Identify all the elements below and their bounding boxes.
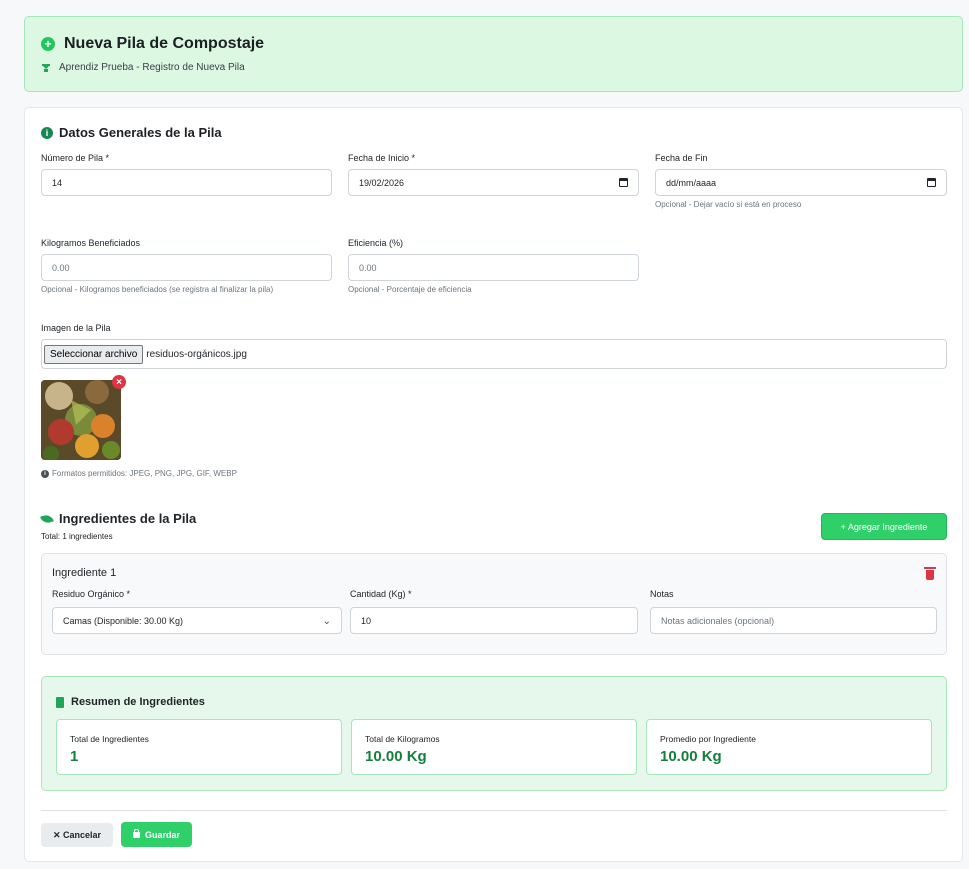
fecha-inicio-value: 19/02/2026	[359, 177, 405, 188]
image-preview	[41, 380, 121, 460]
save-icon	[132, 828, 140, 838]
user-graduate-icon	[41, 63, 51, 73]
ingredients-section-title: Ingredientes de la Pila	[40, 511, 197, 526]
select-file-button[interactable]: Seleccionar archivo	[44, 344, 144, 364]
summary-box-promedio: Promedio por Ingrediente 10.00 Kg	[646, 719, 932, 775]
general-section-title-text: Datos Generales de la Pila	[59, 125, 222, 140]
fecha-inicio-label: Fecha de Inicio *	[348, 153, 416, 163]
summary-box-total-ingredientes: Total de Ingredientes 1	[56, 719, 342, 775]
fecha-fin-input[interactable]: dd/mm/aaaa	[655, 169, 947, 196]
summary-box-total-kilogramos: Total de Kilogramos 10.00 Kg	[351, 719, 637, 775]
cantidad-value: 10	[361, 615, 372, 626]
summary-panel: Resumen de Ingredientes Total de Ingredi…	[41, 676, 947, 791]
kilos-placeholder: 0.00	[52, 262, 70, 273]
fecha-inicio-input[interactable]: 19/02/2026	[348, 169, 639, 196]
file-name: residuos-orgánicos.jpg	[146, 348, 247, 360]
notas-label: Notas	[650, 589, 674, 599]
cantidad-input[interactable]: 10	[350, 607, 638, 634]
eficiencia-input[interactable]: 0.00	[348, 254, 639, 281]
info-circle-icon: i	[41, 469, 49, 478]
summary-label: Total de Kilogramos	[365, 734, 440, 744]
cancel-button[interactable]: ✕ Cancelar	[41, 823, 113, 847]
remove-image-button[interactable]: ×	[112, 375, 126, 389]
general-section-title: i Datos Generales de la Pila	[41, 125, 222, 140]
formats-help: Formatos permitidos: JPEG, PNG, JPG, GIF…	[52, 469, 237, 478]
residuo-label: Residuo Orgánico *	[52, 589, 131, 599]
summary-title: Resumen de Ingredientes	[56, 696, 205, 708]
eficiencia-placeholder: 0.00	[359, 262, 377, 273]
fecha-fin-label: Fecha de Fin	[655, 153, 708, 163]
ingredients-total: Total: 1 ingredientes	[41, 532, 113, 541]
numero-input[interactable]: 14	[41, 169, 332, 196]
summary-title-text: Resumen de Ingredientes	[71, 696, 205, 708]
trash-icon[interactable]	[924, 567, 936, 580]
cantidad-label: Cantidad (Kg) *	[350, 589, 412, 599]
ingredient-card: Ingrediente 1 Residuo Orgánico * Camas (…	[41, 553, 947, 655]
summary-label: Total de Ingredientes	[70, 734, 149, 744]
page-title: Nueva Pila de Compostaje	[64, 35, 265, 52]
kilos-label: Kilogramos Beneficiados	[41, 238, 141, 248]
eficiencia-help: Opcional - Porcentaje de eficiencia	[348, 285, 472, 294]
calendar-icon[interactable]	[927, 178, 936, 187]
fecha-fin-placeholder: dd/mm/aaaa	[666, 177, 717, 188]
notas-input[interactable]: Notas adicionales (opcional)	[650, 607, 937, 634]
ingredient-title: Ingrediente 1	[52, 567, 117, 579]
numero-label: Número de Pila *	[41, 153, 110, 163]
calculator-icon	[56, 696, 64, 708]
numero-value: 14	[52, 177, 63, 188]
page-subtitle-row: Aprendiz Prueba - Registro de Nueva Pila	[41, 62, 245, 73]
calendar-icon[interactable]	[619, 178, 628, 187]
residuo-select[interactable]: Camas (Disponible: 30.00 Kg) ⌄	[52, 607, 342, 634]
kilos-input[interactable]: 0.00	[41, 254, 332, 281]
save-button[interactable]: Guardar	[121, 822, 192, 847]
ingredients-section-title-text: Ingredientes de la Pila	[59, 511, 197, 526]
imagen-file-input[interactable]: Seleccionar archivo residuos-orgánicos.j…	[41, 339, 947, 369]
eficiencia-label: Eficiencia (%)	[348, 238, 404, 248]
page-title-row: + Nueva Pila de Compostaje	[41, 35, 264, 53]
fecha-fin-help: Opcional - Dejar vacío si está en proces…	[655, 200, 802, 209]
summary-value: 1	[70, 748, 79, 765]
add-ingredient-button[interactable]: + Agregar Ingrediente	[821, 513, 947, 540]
formats-help-row: i Formatos permitidos: JPEG, PNG, JPG, G…	[41, 469, 237, 478]
kilos-help: Opcional - Kilogramos beneficiados (se r…	[41, 285, 274, 294]
info-circle-icon: i	[41, 126, 53, 139]
page-header: + Nueva Pila de Compostaje Aprendiz Prue…	[24, 16, 963, 92]
plus-circle-icon: +	[41, 37, 55, 51]
chevron-down-icon: ⌄	[322, 616, 331, 627]
page-subtitle: Aprendiz Prueba - Registro de Nueva Pila	[59, 62, 245, 73]
notas-placeholder: Notas adicionales (opcional)	[661, 615, 775, 626]
divider	[41, 810, 947, 811]
leaf-icon	[40, 513, 54, 524]
form-card: i Datos Generales de la Pila Número de P…	[24, 107, 963, 862]
residuo-value: Camas (Disponible: 30.00 Kg)	[63, 615, 184, 626]
summary-value: 10.00 Kg	[660, 748, 722, 765]
summary-label: Promedio por Ingrediente	[660, 734, 756, 744]
imagen-label: Imagen de la Pila	[41, 323, 111, 333]
summary-value: 10.00 Kg	[365, 748, 427, 765]
save-label: Guardar	[144, 829, 180, 840]
